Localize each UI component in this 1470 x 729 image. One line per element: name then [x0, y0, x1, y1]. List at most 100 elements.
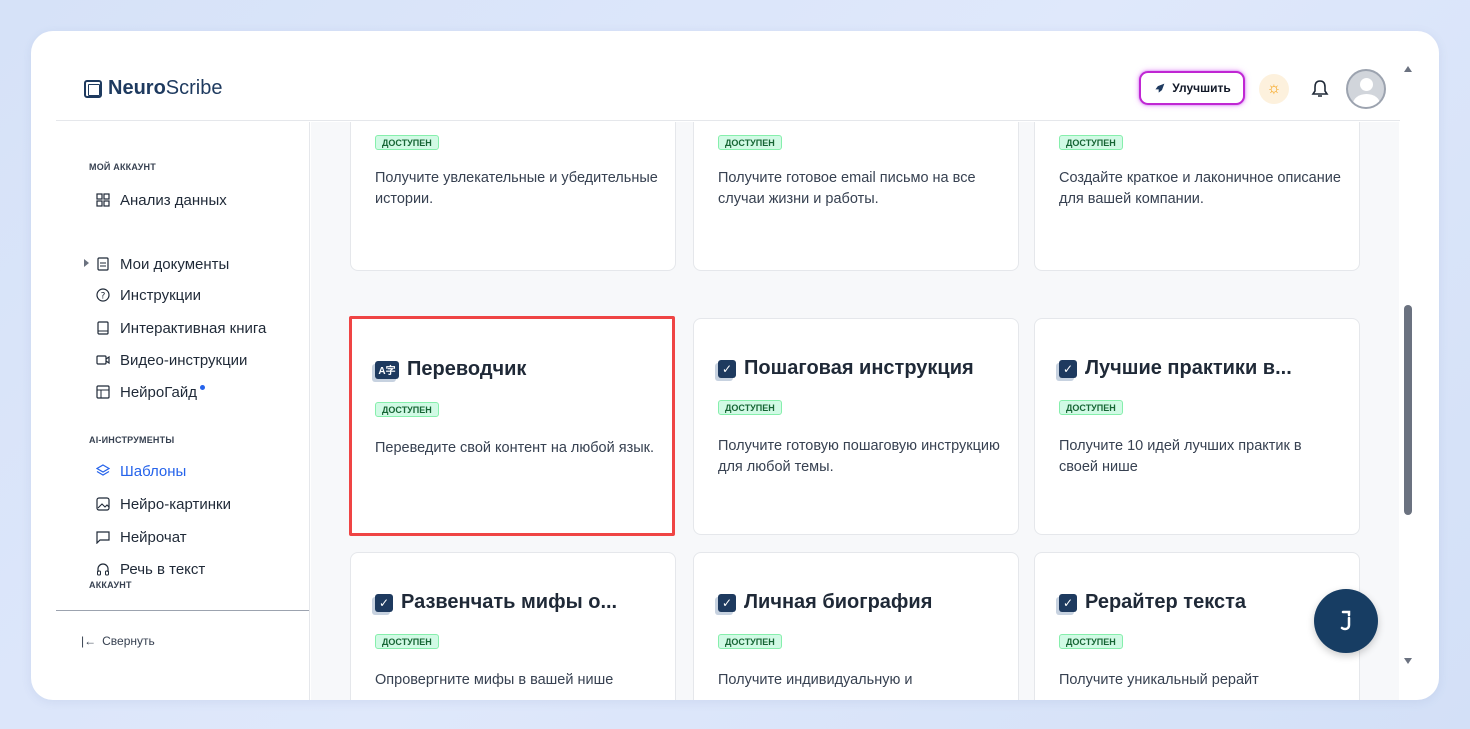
card-description: Получите увлекательные и убедительные ис… — [375, 170, 658, 207]
sidebar-item-label: Интерактивная книга — [120, 319, 267, 337]
support-chat-button[interactable] — [1314, 589, 1378, 653]
templates-grid: ДОСТУПЕН Получите увлекательные и убедит… — [311, 122, 1399, 700]
rocket-icon — [1155, 83, 1165, 93]
template-card[interactable]: ДОСТУПЕН Получите увлекательные и убедит… — [350, 122, 676, 271]
new-indicator-dot — [200, 384, 205, 390]
sun-icon: ☼ — [1266, 80, 1282, 97]
card-title: A字 Переводчик — [375, 358, 526, 381]
app-window: NeuroScribe Улучшить ☼ МОЙ АККАУНТ Анали… — [31, 31, 1439, 700]
section-title-ai-tools: AI-ИНСТРУМЕНТЫ — [89, 435, 175, 445]
sidebar-item-speech-to-text[interactable]: Речь в текст — [96, 558, 205, 580]
sidebar-item-neuro-images[interactable]: Нейро-картинки — [96, 493, 231, 515]
logo-icon — [84, 79, 102, 98]
bell-icon — [1311, 80, 1329, 97]
sidebar-item-label: Нейро-картинки — [120, 495, 231, 513]
status-badge: ДОСТУПЕН — [718, 634, 782, 649]
sidebar-item-label: Мои документы — [120, 255, 230, 273]
upgrade-label: Улучшить — [1172, 81, 1231, 95]
status-badge: ДОСТУПЕН — [1059, 634, 1123, 649]
sidebar-item-label: Нейрочат — [120, 528, 187, 546]
layers-icon — [96, 464, 110, 478]
sidebar-item-neuroguide[interactable]: НейроГайд — [96, 381, 205, 403]
scroll-up-arrow-icon[interactable] — [1404, 66, 1412, 72]
sidebar-item-video-instructions[interactable]: Видео-инструкции — [96, 349, 247, 371]
sidebar-item-instructions[interactable]: ? Инструкции — [96, 284, 201, 306]
card-title: ✓ Пошаговая инструкция — [718, 357, 974, 380]
card-description: Получите индивидуальную и — [718, 672, 913, 688]
section-title-my-account: МОЙ АККАУНТ — [89, 162, 156, 172]
table-icon — [96, 385, 110, 399]
template-card[interactable]: ✓ Лучшие практики в... ДОСТУПЕН Получите… — [1034, 318, 1360, 535]
sidebar-item-analytics[interactable]: Анализ данных — [96, 189, 227, 211]
card-description: Переведите свой контент на любой язык. — [375, 440, 655, 456]
template-card[interactable]: ✓ Пошаговая инструкция ДОСТУПЕН Получите… — [693, 318, 1019, 535]
card-description: Опровергните мифы в вашей нише — [375, 672, 614, 688]
sidebar-item-neurochat[interactable]: Нейрочат — [96, 526, 187, 548]
checkbox-icon: ✓ — [718, 593, 736, 612]
card-description: Получите готовое email письмо на все слу… — [718, 170, 976, 207]
notifications-button[interactable] — [1308, 76, 1332, 102]
image-icon — [96, 497, 110, 511]
sidebar-item-label: Видео-инструкции — [120, 351, 248, 369]
top-header: NeuroScribe Улучшить ☼ — [56, 31, 1400, 121]
template-card[interactable]: ДОСТУПЕН Получите готовое email письмо н… — [693, 122, 1019, 271]
sidebar-item-label: НейроГайд — [120, 383, 197, 401]
template-card[interactable]: ✓ Рерайтер текста ДОСТУПЕН Получите уник… — [1034, 552, 1360, 700]
upgrade-button[interactable]: Улучшить — [1139, 71, 1245, 105]
status-badge: ДОСТУПЕН — [375, 135, 439, 150]
chat-bot-icon — [1340, 610, 1351, 631]
card-description: Создайте краткое и лаконичное описание д… — [1059, 170, 1341, 207]
status-badge: ДОСТУПЕН — [375, 634, 439, 649]
scrollbar-thumb[interactable] — [1404, 305, 1412, 515]
status-badge: ДОСТУПЕН — [718, 135, 782, 150]
avatar-head-shape — [1360, 78, 1373, 91]
card-description: Получите 10 идей лучших практик в своей … — [1059, 438, 1302, 475]
document-icon — [96, 257, 110, 271]
chat-icon — [96, 530, 110, 544]
scroll-down-arrow-icon[interactable] — [1404, 658, 1412, 664]
status-badge: ДОСТУПЕН — [1059, 135, 1123, 150]
sidebar-item-label: Шаблоны — [120, 462, 187, 480]
collapse-label: Свернуть — [102, 634, 155, 648]
expand-caret-icon[interactable] — [84, 259, 89, 267]
template-card-translator[interactable]: A字 Переводчик ДОСТУПЕН Переведите свой к… — [349, 316, 675, 536]
status-badge: ДОСТУПЕН — [375, 402, 439, 417]
grid-icon — [96, 193, 110, 207]
section-title-account: АККАУНТ — [89, 580, 132, 590]
sidebar-item-templates[interactable]: Шаблоны — [96, 460, 186, 482]
status-badge: ДОСТУПЕН — [1059, 400, 1123, 415]
card-title: ✓ Рерайтер текста — [1059, 591, 1246, 614]
avatar-body-shape — [1353, 94, 1380, 107]
card-title: ✓ Лучшие практики в... — [1059, 357, 1292, 380]
main-scrollbar[interactable] — [1400, 62, 1416, 700]
sidebar-item-documents[interactable]: Мои документы — [84, 253, 230, 275]
template-card[interactable]: ✓ Развенчать мифы о... ДОСТУПЕН Опроверг… — [350, 552, 676, 700]
app-logo[interactable]: NeuroScribe — [84, 77, 223, 100]
sidebar-item-label: Инструкции — [120, 286, 202, 304]
video-icon — [96, 353, 110, 367]
logo-text: NeuroScribe — [108, 77, 223, 99]
theme-toggle-button[interactable]: ☼ — [1259, 74, 1289, 104]
book-icon — [96, 321, 110, 335]
checkbox-icon: ✓ — [718, 359, 736, 378]
collapse-sidebar-button[interactable]: |← Свернуть — [81, 634, 155, 648]
sidebar-item-interactive-book[interactable]: Интерактивная книга — [96, 317, 266, 339]
sidebar-item-label: Анализ данных — [120, 191, 227, 209]
sidebar-item-label: Речь в текст — [120, 560, 206, 578]
svg-text:?: ? — [101, 292, 106, 302]
checkbox-icon: ✓ — [375, 593, 393, 612]
sidebar: МОЙ АККАУНТ Анализ данных Мои документы … — [56, 122, 310, 700]
sidebar-divider — [56, 610, 309, 611]
headphones-icon — [96, 562, 110, 576]
template-card[interactable]: ДОСТУПЕН Создайте краткое и лаконичное о… — [1034, 122, 1360, 271]
status-badge: ДОСТУПЕН — [718, 400, 782, 415]
card-title: ✓ Развенчать мифы о... — [375, 591, 617, 614]
collapse-arrow-icon: |← — [81, 634, 97, 648]
template-card[interactable]: ✓ Личная биография ДОСТУПЕН Получите инд… — [693, 552, 1019, 700]
checkbox-icon: ✓ — [1059, 593, 1077, 612]
card-description: Получите готовую пошаговую инструкцию дл… — [718, 438, 1000, 475]
translate-icon: A字 — [375, 360, 399, 379]
card-description: Получите уникальный рерайт — [1059, 672, 1259, 688]
avatar[interactable] — [1346, 69, 1386, 109]
checkbox-icon: ✓ — [1059, 359, 1077, 378]
